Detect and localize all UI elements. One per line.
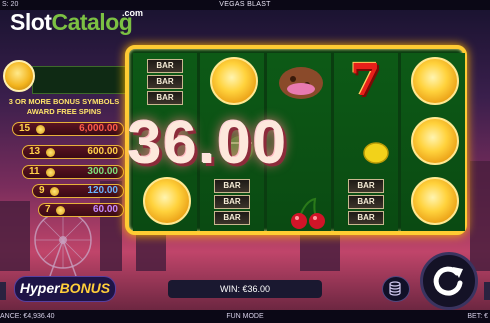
hyper-bonus-button[interactable]: HyperBONUS: [14, 276, 116, 302]
paytable-value: 120.00: [87, 185, 118, 196]
paytable-row: 13 600.00: [22, 145, 124, 159]
coin-icon: [56, 205, 65, 215]
paytable-value: 300.00: [87, 166, 118, 177]
bar-symbol: BAR BAR BAR: [200, 173, 264, 231]
coin-icon: [46, 167, 55, 177]
watermark-logo: SlotCatalog: [10, 9, 133, 36]
paytable-count: 15: [19, 123, 31, 134]
paytable-value: 6,000.00: [79, 123, 118, 134]
reel-4: 7 BAR BAR BAR: [334, 53, 398, 231]
paytable-row: 9 120.00: [32, 184, 124, 198]
paytable-count: 7: [45, 204, 51, 215]
bet-display: BET: €: [467, 313, 488, 320]
cherry-symbol: [267, 173, 331, 231]
spin-button[interactable]: [420, 252, 478, 310]
hyper-bonus-label-part1: Hyper: [19, 280, 60, 296]
bottom-status-bar: ANCE: €4,936.40 FUN MODE BET: €: [0, 310, 490, 323]
paytable-row: 7 60.00: [38, 203, 124, 217]
settings-edge-button[interactable]: [484, 282, 490, 300]
coin-symbol: [200, 53, 264, 111]
lemon-symbol: [334, 113, 398, 171]
watermark-part2: Catalog: [51, 9, 133, 35]
reel-5: [401, 53, 465, 231]
hyper-bonus-label-part2: BONUS: [59, 280, 111, 296]
paytable-value: 60.00: [92, 204, 118, 215]
ferris-wheel-icon: [34, 211, 92, 276]
bonus-panel-header: [32, 66, 130, 94]
paytable-row: 11 300.00: [22, 165, 124, 179]
coin-icon: [36, 124, 45, 134]
coin-symbol: [401, 113, 465, 171]
watermark-tld: .com: [122, 8, 144, 18]
paytable-row: 15 6,000.00: [12, 122, 124, 136]
win-display: WIN: €36.00: [168, 280, 322, 298]
seven-symbol: 7: [350, 55, 381, 106]
bonus-info-text: 3 OR MORE BONUS SYMBOLS AWARD FREE SPINS: [2, 97, 126, 117]
paytable-count: 11: [29, 166, 40, 177]
paytable-count: 13: [29, 146, 41, 157]
cookie-symbol: [267, 53, 331, 111]
bar-symbol: BAR BAR BAR: [133, 53, 197, 111]
spin-arrow-icon: [433, 266, 463, 296]
bonus-info-line2: AWARD FREE SPINS: [26, 107, 102, 116]
paytable-value: 600.00: [87, 146, 118, 157]
watermark-part1: Slot: [10, 9, 52, 35]
coin-symbol: [133, 173, 197, 231]
paytable-count: 9: [39, 185, 45, 196]
menu-edge-button[interactable]: [0, 282, 6, 300]
coin-symbol: [401, 53, 465, 111]
coin-stack-icon[interactable]: [382, 276, 410, 302]
bonus-info-line1: 3 OR MORE BONUS SYMBOLS: [8, 97, 120, 106]
bar-symbol: BAR BAR BAR: [334, 173, 398, 231]
bonus-coin-icon: [3, 60, 35, 92]
big-win-amount: 36.00: [128, 109, 289, 176]
coin-symbol: [401, 173, 465, 231]
mode-label: FUN MODE: [226, 313, 264, 320]
coin-icon: [46, 147, 55, 157]
coin-icon: [50, 186, 59, 196]
